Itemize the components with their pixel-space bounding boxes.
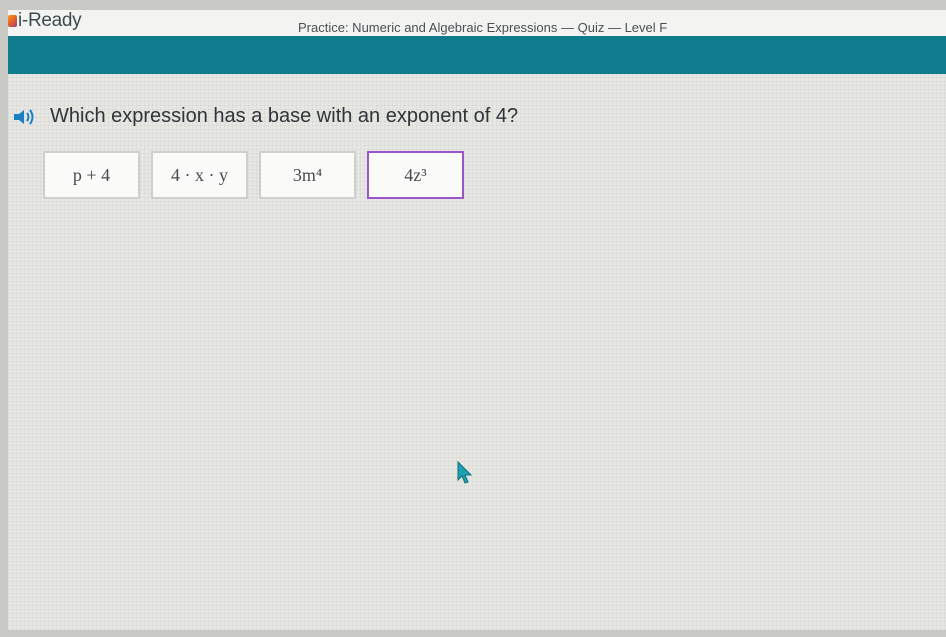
iready-logo[interactable]: i-Ready xyxy=(8,10,82,32)
question-text: Which expression has a base with an expo… xyxy=(50,105,519,127)
top-bar: i-Ready Practice: Numeric and Algebraic … xyxy=(8,10,946,36)
header-band xyxy=(8,36,946,74)
mouse-cursor-icon xyxy=(457,461,473,484)
choice-4-x-y[interactable]: 4 · x · y xyxy=(151,151,248,199)
speaker-icon[interactable] xyxy=(12,107,38,127)
question-row: Which expression has a base with an expo… xyxy=(12,105,518,128)
choice-4z3-selected[interactable]: 4z³ xyxy=(367,151,464,199)
answer-choices: p + 4 4 · x · y 3m⁴ 4z³ xyxy=(43,151,475,199)
app-window: i-Ready Practice: Numeric and Algebraic … xyxy=(8,10,946,630)
logo-mark-icon xyxy=(8,15,17,27)
choice-3m4[interactable]: 3m⁴ xyxy=(259,151,356,199)
lesson-breadcrumb: Practice: Numeric and Algebraic Expressi… xyxy=(298,20,668,35)
logo-text: i-Ready xyxy=(18,10,82,31)
choice-p-plus-4[interactable]: p + 4 xyxy=(43,151,140,199)
